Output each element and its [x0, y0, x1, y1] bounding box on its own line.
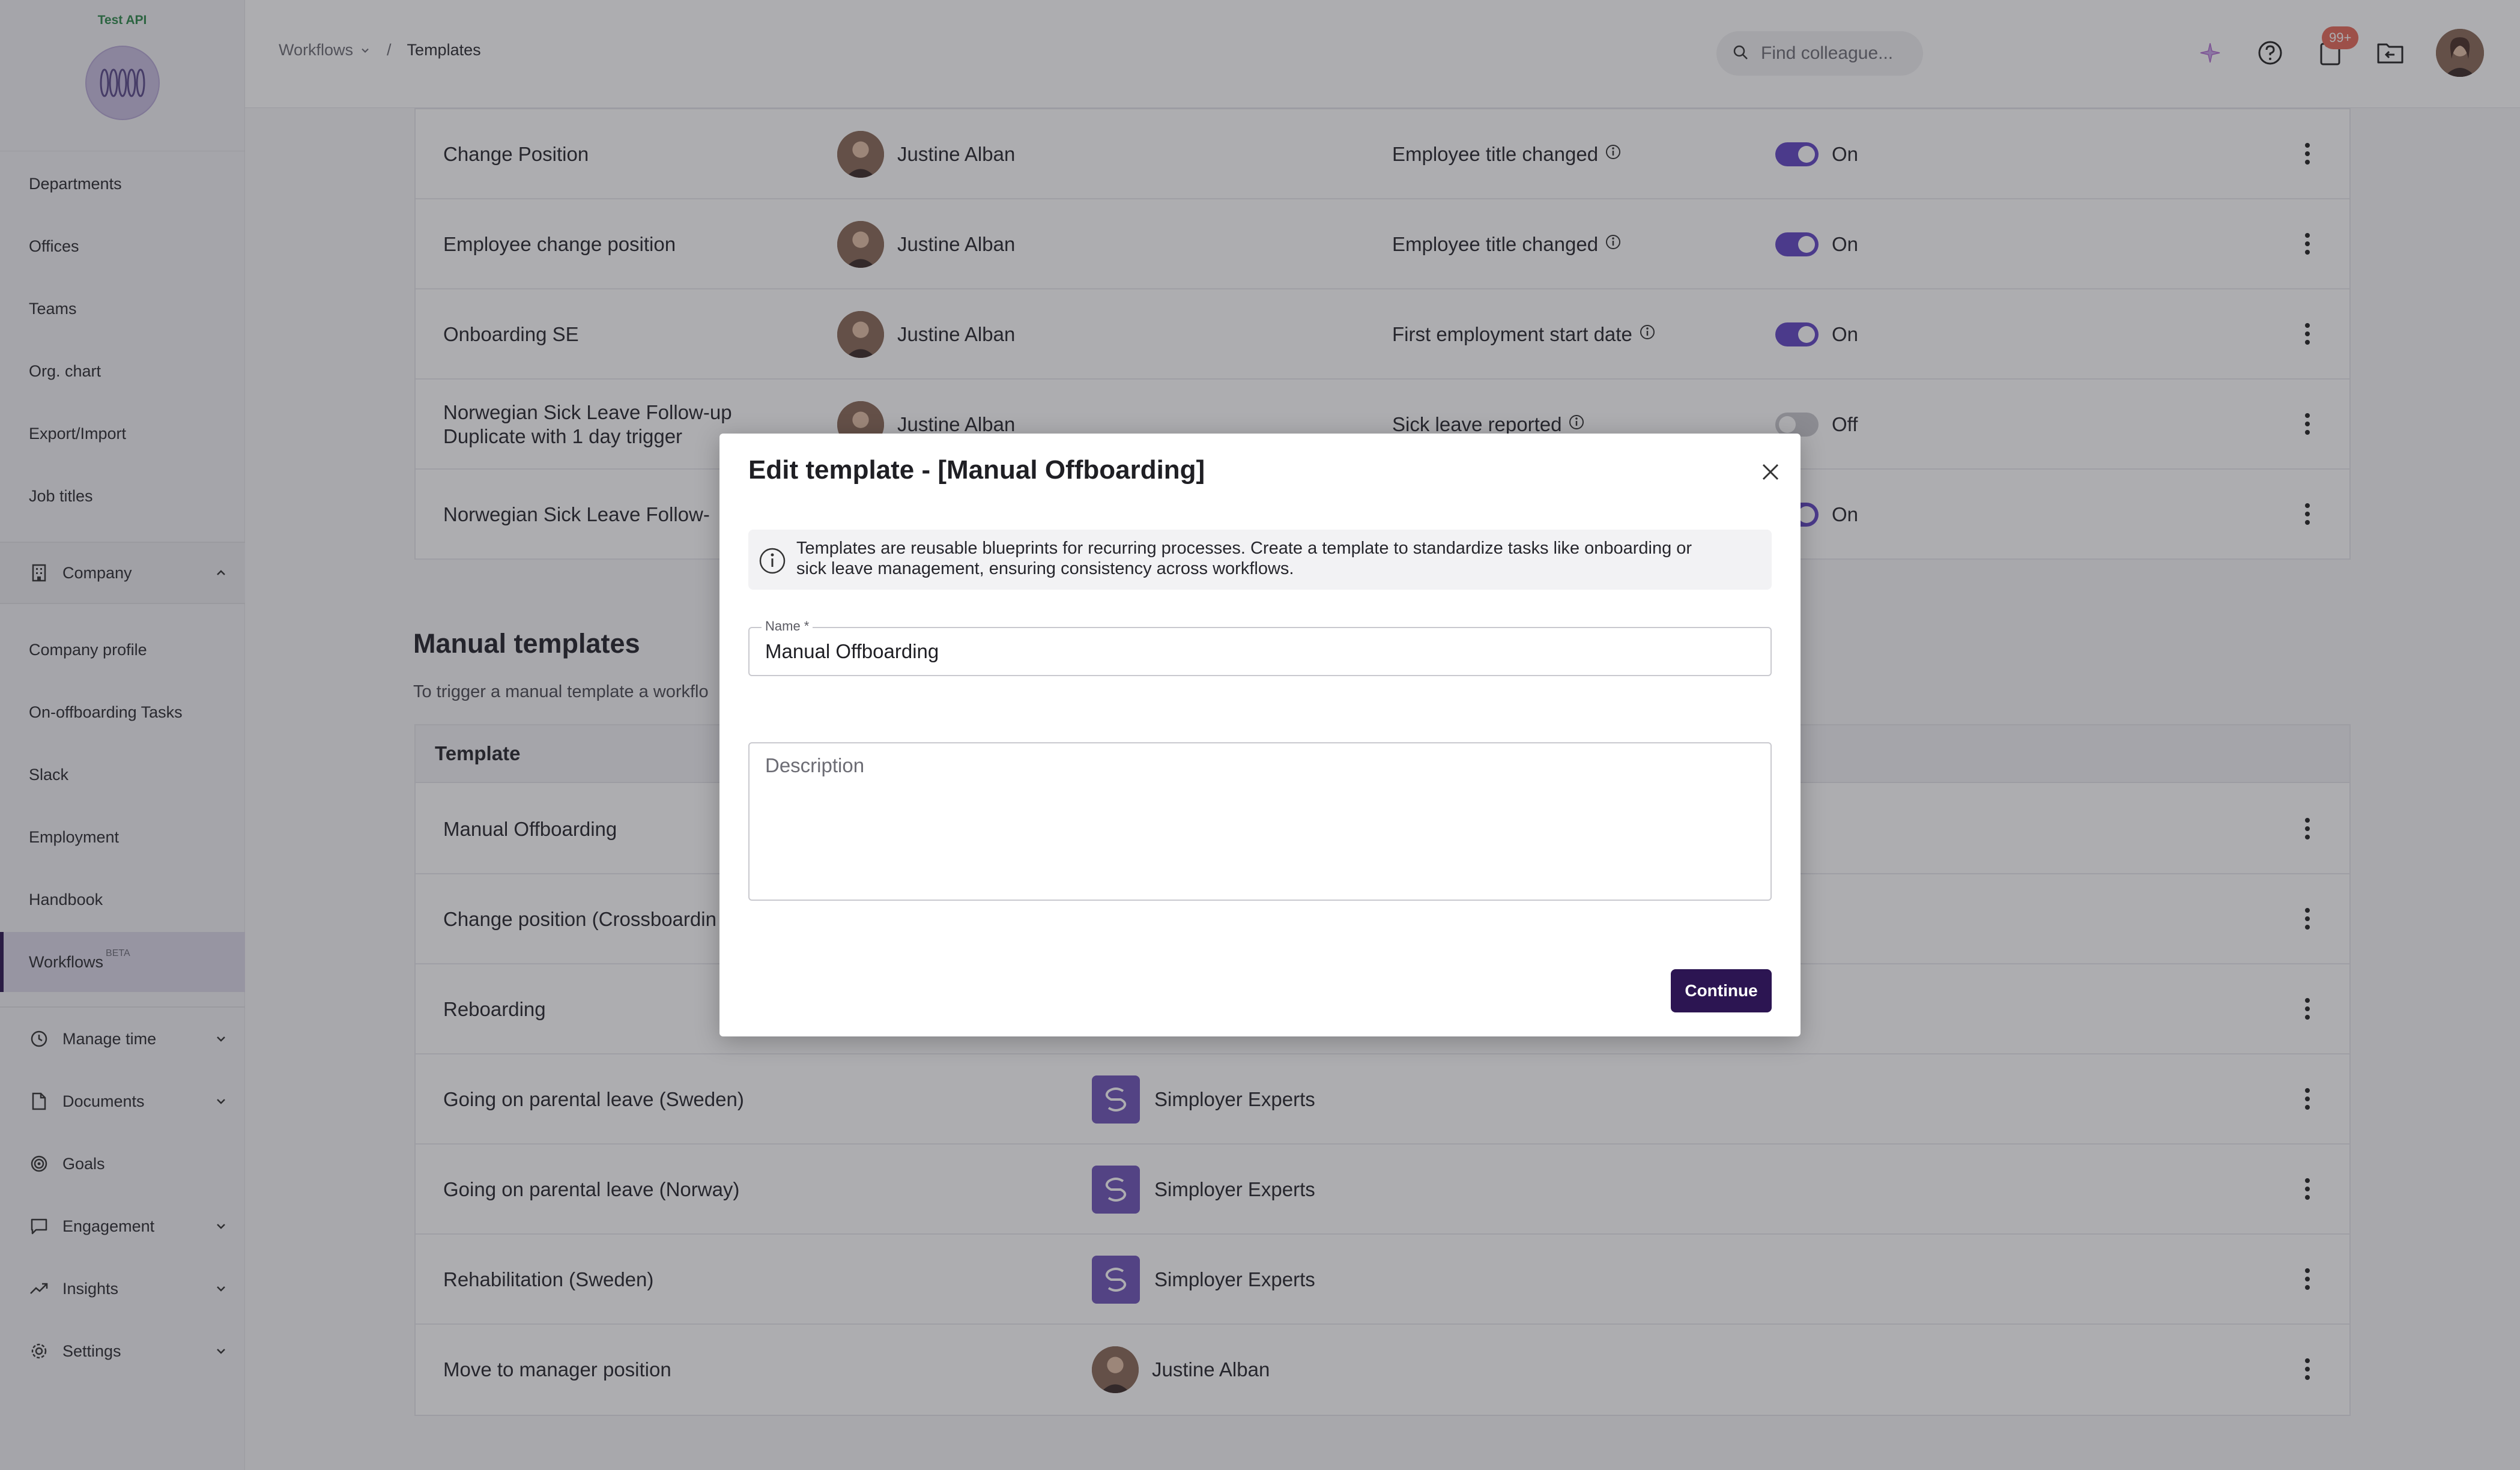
dialog-title: Edit template - [Manual Offboarding]: [748, 455, 1205, 485]
notice-text-line: Templates are reusable blueprints for re…: [796, 539, 1692, 558]
info-icon: [758, 546, 787, 575]
close-icon[interactable]: [1754, 455, 1787, 489]
name-input[interactable]: [765, 628, 1756, 675]
continue-button[interactable]: Continue: [1671, 969, 1772, 1012]
info-notice: Templates are reusable blueprints for re…: [748, 530, 1772, 590]
notice-text-line: sick leave management, ensuring consiste…: [796, 559, 1294, 578]
edit-template-dialog: Edit template - [Manual Offboarding] Tem…: [719, 434, 1801, 1036]
description-field: [748, 742, 1772, 901]
name-field: Name *: [748, 619, 1772, 676]
description-input[interactable]: [765, 754, 1756, 892]
